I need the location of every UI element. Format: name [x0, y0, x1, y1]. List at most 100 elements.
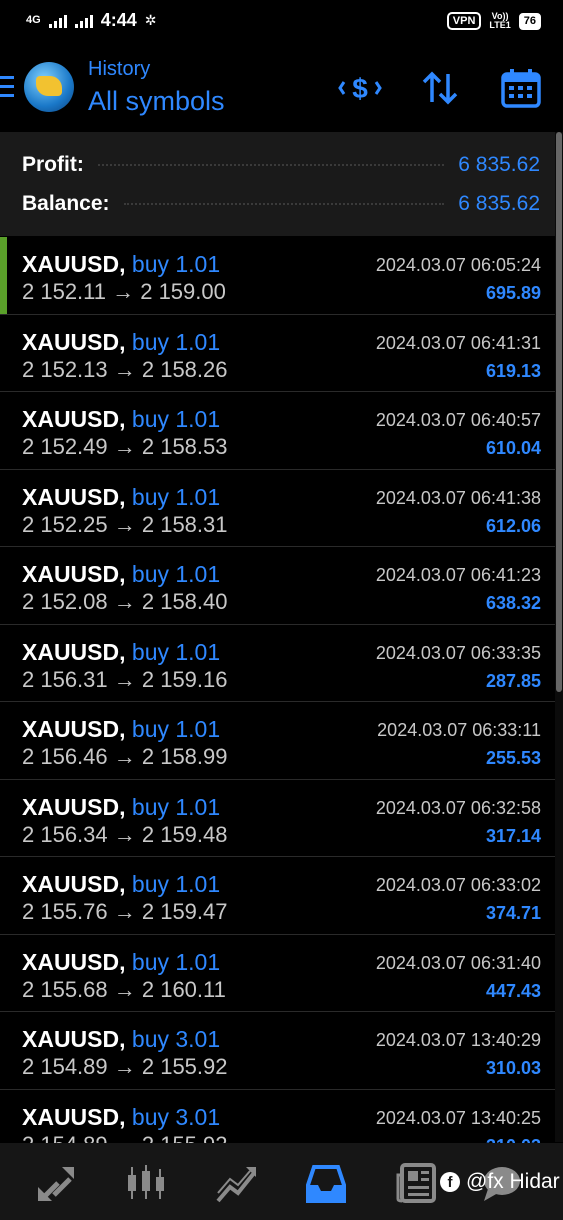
trade-profit: 310.03: [485, 1058, 541, 1078]
trade-profit: 610.04: [485, 438, 541, 458]
quotes-icon[interactable]: [34, 1161, 78, 1205]
sort-icon[interactable]: [420, 68, 460, 108]
dotted-leader: [123, 203, 445, 205]
trade-row[interactable]: XAUUSD, buy 3.012 154.89 → 2 155.92 2024.…: [0, 1012, 555, 1090]
trade-profit: 638.32: [485, 593, 541, 613]
watermark: f @fx Hidar: [440, 1170, 560, 1194]
watermark-text: @fx Hidar: [466, 1170, 560, 1193]
trade-row[interactable]: XAUUSD, buy 1.01 2 156.46 → 2 158.99 2024.…: [0, 702, 555, 780]
symbol-name: XAUUSD,: [22, 251, 126, 277]
trade-side-volume: buy 1.01: [131, 871, 221, 897]
trade-row[interactable]: XAUUSD, buy 1.01 2 152.49 → 2 158.53 2024.…: [0, 392, 555, 470]
page-title: History: [88, 58, 151, 80]
trade-row[interactable]: XAUUSD, buy 1.01 2 152.25 → 2 158.31 2024.…: [0, 469, 555, 547]
trade-time: 2024.03.07 13:40:25: [375, 1107, 541, 1128]
symbol-name: XAUUSD,: [22, 483, 126, 510]
open-close-prices: 2 155.76 → 2 159.47: [22, 899, 228, 924]
trade-symbol: XAUUSD, buy 1.01: [22, 406, 220, 433]
signal-icon: [48, 14, 67, 28]
trade-time: 2024.03.07 06:05:24: [375, 255, 541, 275]
symbol-name: XAUUSD,: [22, 1026, 126, 1052]
settings-notification-icon: ✲: [144, 12, 157, 28]
open-close-prices: 2 156.46 → 2 158.99: [22, 744, 228, 769]
trade-profit: 317.14: [485, 825, 541, 846]
trade-history-list: XAUUSD, buy 1.01 2 152.11 → 2 159.00 2024.…: [0, 237, 555, 1167]
trade-time: 2024.03.07 06:31:40: [375, 952, 541, 973]
app-bar: History All symbols $: [0, 44, 563, 132]
trade-symbol: XAUUSD, buy 1.01: [22, 561, 220, 588]
trade-row[interactable]: XAUUSD, buy 1.01 2 155.68 → 2 160.11 2024.…: [0, 934, 555, 1012]
scrollbar-thumb[interactable]: [556, 132, 562, 692]
trade-profit: 619.13: [485, 360, 541, 381]
trade-symbol: XAUUSD, buy 3.01: [22, 1104, 220, 1131]
svg-text:$: $: [352, 73, 368, 104]
trade-side-volume: buy 1.01: [131, 948, 221, 975]
trade-row[interactable]: XAUUSD, buy 1.01 2 156.31 → 2 159.16 2024.…: [0, 624, 555, 702]
chart-icon[interactable]: [124, 1161, 168, 1205]
history-icon[interactable]: [304, 1161, 348, 1205]
trade-row[interactable]: XAUUSD, buy 1.01 2 155.76 → 2 159.47 2024.…: [0, 857, 555, 935]
trade-side-volume: buy 3.01: [131, 1103, 221, 1130]
account-summary: Profit: 6 835.62 Balance: 6 835.62: [0, 132, 555, 236]
trade-side-volume: buy 1.01: [131, 561, 221, 587]
trade-row[interactable]: XAUUSD, buy 1.01 2 152.08 → 2 158.40 2024.…: [0, 547, 555, 625]
selected-row-marker: [0, 237, 7, 314]
trade-symbol: XAUUSD, buy 1.01: [22, 716, 220, 743]
symbol-name: XAUUSD,: [22, 638, 126, 665]
news-icon[interactable]: [394, 1161, 438, 1205]
trade-profit: 374.71: [485, 903, 541, 923]
signal-icon-2: [74, 14, 93, 28]
trade-time: 2024.03.07 06:33:11: [377, 720, 541, 740]
trade-side-volume: buy 1.01: [131, 716, 221, 742]
profit-value: 6 835.62: [458, 153, 540, 176]
trade-side-volume: buy 1.01: [131, 406, 221, 432]
profit-label: Profit:: [22, 153, 84, 176]
clock: 4:44: [100, 10, 137, 30]
trade-symbol: XAUUSD, buy 3.01: [22, 1026, 220, 1053]
trade-symbol: XAUUSD, buy 1.01: [22, 329, 220, 356]
trade-profit: 612.06: [485, 515, 541, 536]
trade-time: 2024.03.07 06:41:38: [375, 487, 541, 508]
trade-side-volume: buy 1.01: [131, 638, 221, 665]
symbol-name: XAUUSD,: [22, 328, 126, 355]
deposit-withdraw-icon[interactable]: $: [338, 68, 382, 108]
trade-profit: 695.89: [485, 283, 541, 303]
trade-icon[interactable]: [214, 1161, 258, 1205]
status-bar: 4G 4:44 ✲ VPN Vo)) LTE1 76: [0, 0, 563, 44]
trade-side-volume: buy 3.01: [131, 1026, 221, 1052]
symbol-filter[interactable]: All symbols: [88, 86, 225, 117]
open-close-prices: 2 156.34 → 2 159.48: [22, 821, 228, 847]
trade-time: 2024.03.07 06:33:02: [375, 875, 541, 895]
dotted-leader: [97, 164, 445, 166]
volte-bottom: LTE1: [489, 20, 511, 30]
balance-value: 6 835.62: [458, 192, 540, 215]
trade-time: 2024.03.07 06:41:23: [375, 565, 541, 585]
trade-time: 2024.03.07 06:40:57: [375, 410, 541, 430]
symbol-name: XAUUSD,: [22, 561, 126, 587]
trade-row[interactable]: XAUUSD, buy 1.01 2 152.11 → 2 159.00 2024.…: [0, 237, 555, 315]
scrollbar[interactable]: [555, 132, 563, 1142]
balance-label: Balance:: [22, 192, 110, 215]
menu-icon[interactable]: [0, 76, 14, 98]
trade-symbol: XAUUSD, buy 1.01: [22, 871, 220, 898]
trade-symbol: XAUUSD, buy 1.01: [22, 949, 220, 976]
symbol-name: XAUUSD,: [22, 871, 126, 897]
open-close-prices: 2 152.49 → 2 158.53: [22, 434, 228, 459]
network-type-label: 4G: [26, 14, 41, 26]
symbol-name: XAUUSD,: [22, 716, 126, 742]
trade-side-volume: buy 1.01: [131, 251, 221, 277]
trade-profit: 287.85: [485, 670, 541, 691]
volte-indicator: Vo)) LTE1: [489, 12, 510, 30]
trade-row[interactable]: XAUUSD, buy 1.01 2 156.34 → 2 159.48 2024.…: [0, 779, 555, 857]
vpn-badge: VPN: [446, 12, 482, 30]
symbol-name: XAUUSD,: [22, 1103, 126, 1130]
trade-time: 2024.03.07 06:32:58: [375, 797, 541, 818]
calendar-icon[interactable]: [500, 68, 542, 108]
open-close-prices: 2 156.31 → 2 159.16: [22, 666, 228, 692]
trade-row[interactable]: XAUUSD, buy 1.01 2 152.13 → 2 158.26 2024.…: [0, 314, 555, 392]
open-close-prices: 2 152.25 → 2 158.31: [22, 511, 228, 537]
balance-row: Balance: 6 835.62: [22, 189, 540, 219]
open-close-prices: 2 152.13 → 2 158.26: [22, 356, 228, 382]
trade-profit: 447.43: [485, 980, 541, 1001]
facebook-icon: f: [440, 1172, 460, 1192]
